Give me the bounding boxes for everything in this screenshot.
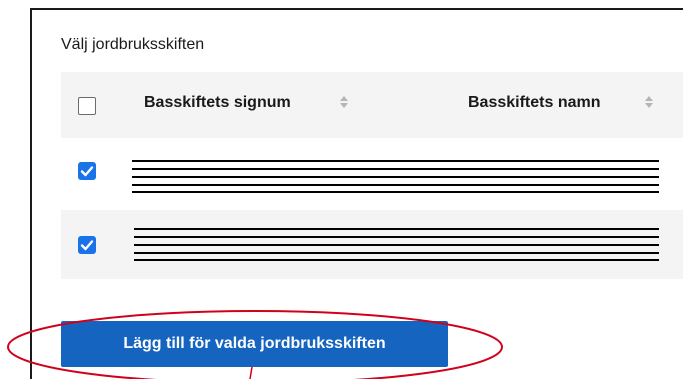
column-header-name[interactable]: Basskiftets namn <box>468 94 601 112</box>
checkmark-icon <box>80 240 94 251</box>
table-row <box>61 138 683 210</box>
column-header-signum[interactable]: Basskiftets signum <box>144 94 291 112</box>
section-title: Välj jordbruksskiften <box>61 36 205 53</box>
add-selected-fields-button[interactable]: Lägg till för valda jordbruksskiften <box>61 321 448 367</box>
select-all-checkbox[interactable] <box>78 97 96 115</box>
table-row <box>61 210 683 279</box>
panel-border <box>30 8 32 379</box>
panel-border <box>30 8 683 10</box>
sort-icon[interactable] <box>339 94 349 110</box>
fields-table: Basskiftets signum Basskiftets namn <box>61 72 683 279</box>
redacted-content <box>132 160 659 194</box>
row-checkbox[interactable] <box>78 236 96 254</box>
row-checkbox[interactable] <box>78 162 96 180</box>
page: Välj jordbruksskiften Basskiftets signum… <box>0 0 683 379</box>
redacted-content <box>134 228 659 262</box>
table-header: Basskiftets signum Basskiftets namn <box>61 72 683 138</box>
checkmark-icon <box>80 166 94 177</box>
sort-icon[interactable] <box>644 94 654 110</box>
